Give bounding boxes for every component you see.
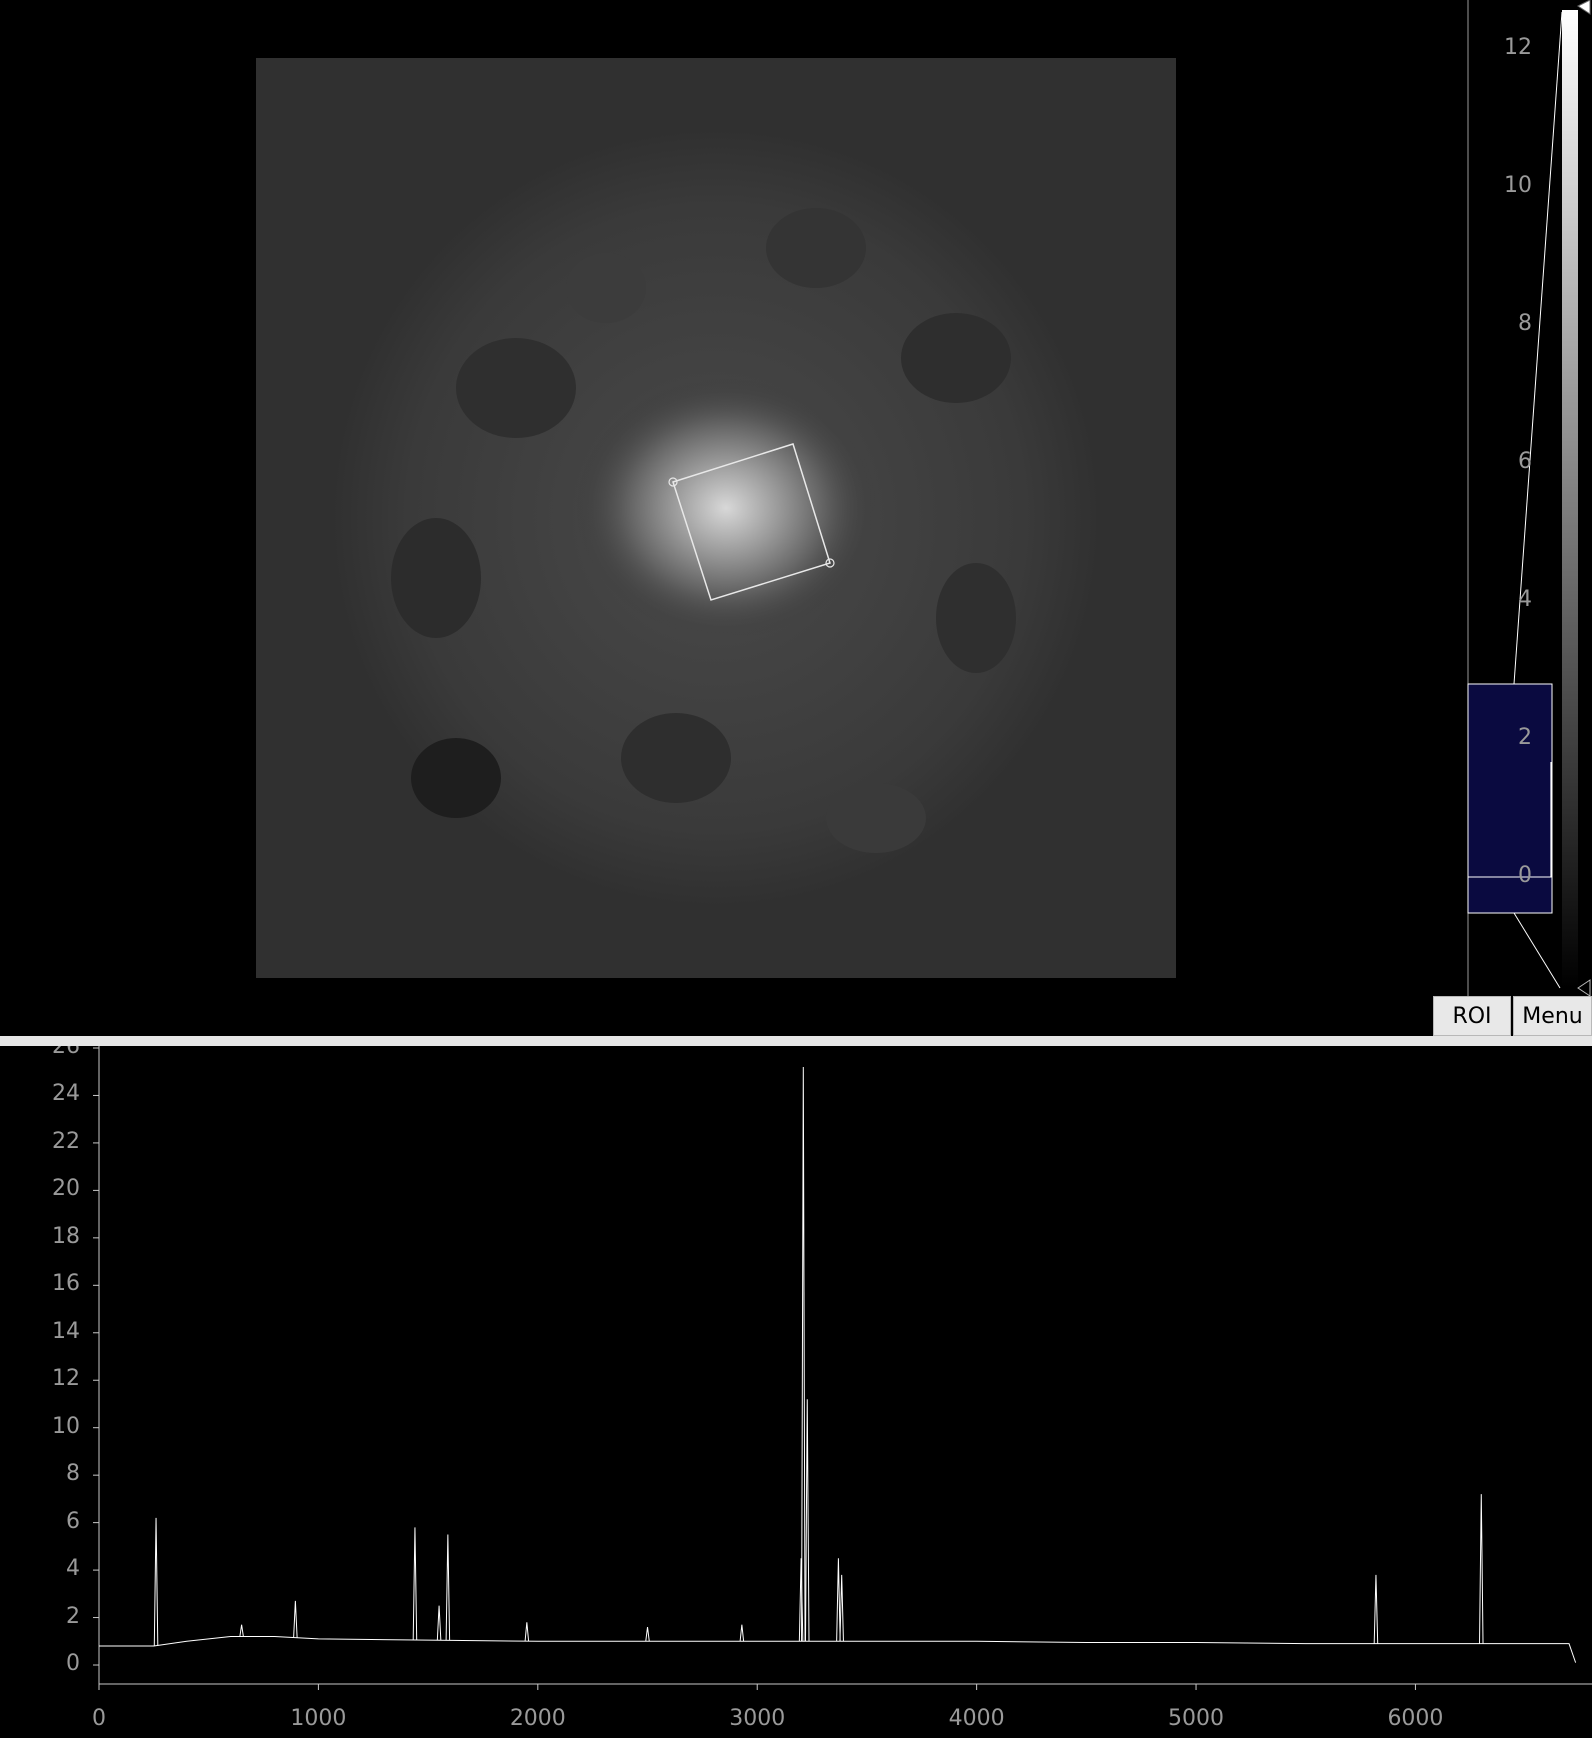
spectrum-peak (524, 1622, 530, 1642)
y-tick-label: 14 (52, 1318, 80, 1344)
histogram-tick-label: 4 (1518, 587, 1532, 612)
histogram-tick-label: 10 (1504, 173, 1532, 198)
y-tick-label: 2 (66, 1603, 80, 1629)
spectrum-peak (804, 1399, 810, 1642)
image-display[interactable] (256, 58, 1176, 978)
y-tick-label: 18 (52, 1223, 80, 1249)
spectrum-baseline (99, 1636, 1577, 1663)
spectrum-peak (645, 1626, 650, 1642)
image-canvas[interactable] (256, 58, 1176, 978)
x-tick-label: 5000 (1168, 1706, 1225, 1731)
histogram-tick-label: 2 (1518, 725, 1532, 750)
x-tick-label: 0 (92, 1706, 106, 1731)
spectrum-peak (153, 1517, 159, 1646)
histogram-tick-label: 6 (1518, 449, 1532, 474)
spectrum-curve (99, 1066, 1577, 1663)
spectrum-peak (1373, 1574, 1379, 1644)
x-tick-label: 2000 (509, 1706, 566, 1731)
y-tick-label: 8 (66, 1461, 80, 1487)
spectrum-peak (839, 1574, 844, 1642)
gradient-tick-bottom[interactable] (1577, 979, 1591, 997)
level-connector-top (1513, 11, 1563, 685)
x-tick-label: 6000 (1387, 1706, 1444, 1731)
x-tick-label: 3000 (729, 1706, 786, 1731)
histogram-lut-panel[interactable]: 12 10 8 6 4 2 0 (1390, 0, 1592, 1036)
spectrum-peak (739, 1624, 745, 1642)
y-tick-label: 12 (52, 1366, 80, 1392)
menu-button[interactable]: Menu (1513, 996, 1592, 1036)
y-tick-label: 16 (52, 1271, 80, 1297)
spectrum-peak (836, 1558, 841, 1642)
histogram-tick-label: 12 (1504, 35, 1532, 60)
spectrum-peak (445, 1534, 451, 1641)
y-tick-label: 26 (52, 1046, 80, 1059)
spectrum-peak (412, 1527, 418, 1640)
spectrum-peak (436, 1605, 442, 1641)
histogram-tick-label: 0 (1518, 863, 1532, 888)
x-tick-label: 1000 (290, 1706, 347, 1731)
level-connector-bottom (1513, 912, 1561, 989)
gradient-tick-top[interactable] (1577, 0, 1591, 15)
splitter-handle[interactable] (0, 1036, 1592, 1046)
spectrum-plot[interactable]: 26 24 22 20 18 16 14 12 10 8 6 4 2 0 0 1000 2000 3000 400… (0, 1046, 1592, 1738)
roi-button[interactable]: ROI (1433, 996, 1511, 1036)
x-tick-label: 4000 (948, 1706, 1005, 1731)
y-tick-label: 24 (52, 1081, 80, 1107)
gradient-bar[interactable] (1562, 10, 1578, 988)
galaxy-image (331, 128, 1101, 908)
y-tick-label: 22 (52, 1128, 80, 1154)
histogram-tick-label: 8 (1518, 311, 1532, 336)
plot-canvas[interactable] (0, 1046, 1592, 1738)
y-tick-label: 20 (52, 1176, 80, 1202)
image-view[interactable]: 12 10 8 6 4 2 0 ROI Menu (0, 0, 1592, 1036)
y-tick-label: 6 (66, 1508, 80, 1534)
y-tick-label: 10 (52, 1413, 80, 1439)
spectrum-peak (1479, 1494, 1484, 1644)
spectrum-peak (293, 1600, 298, 1638)
y-tick-label: 4 (66, 1556, 80, 1582)
spectrum-peak (239, 1624, 244, 1637)
spectrum-peak (801, 1066, 806, 1642)
y-tick-label: 0 (66, 1651, 80, 1676)
